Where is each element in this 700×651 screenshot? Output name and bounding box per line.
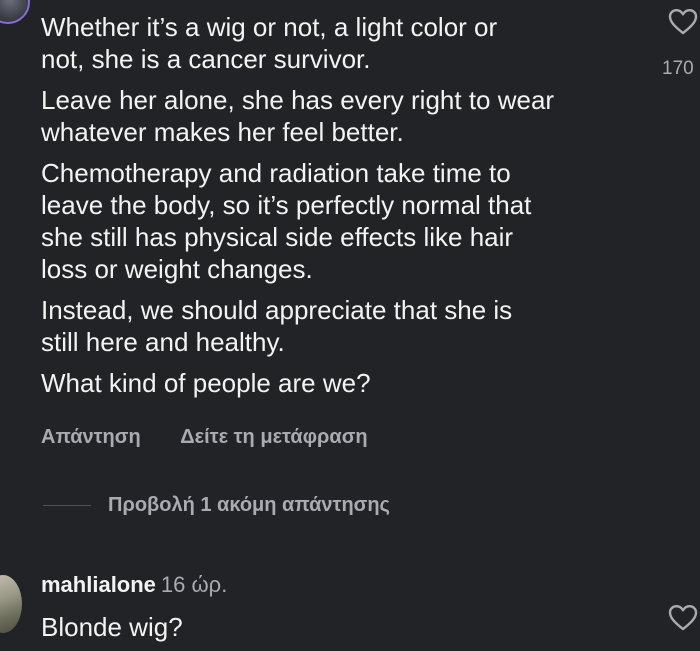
comment-actions: Απάντηση Δείτε τη μετάφραση [41,426,368,449]
reply-text: Blonde wig? [41,612,183,642]
view-more-replies[interactable]: Προβολή 1 ακόμη απάντησης [43,490,390,520]
like-button[interactable] [668,8,698,36]
comment-paragraph: Whether it’s a wig or not, a light color… [41,12,498,74]
comment-paragraph: What kind of people are we? [41,368,371,398]
heart-outline-icon [668,605,698,631]
replies-divider-line [43,504,91,506]
reply-avatar[interactable] [0,575,22,633]
reply-header: mahlialone 16 ώρ. [41,572,227,598]
comment-paragraph: Leave her alone, she has every right to … [41,85,555,147]
reply-timestamp: 16 ώρ. [160,572,228,597]
see-translation-button[interactable]: Δείτε τη μετάφραση [180,426,367,448]
comment-body: Whether it’s a wig or not, a light color… [41,11,641,408]
like-count: 170 [662,58,694,79]
view-more-replies-label: Προβολή 1 ακόμη απάντησης [108,493,390,516]
heart-outline-icon [668,9,698,35]
reply-button[interactable]: Απάντηση [41,426,141,448]
comment-paragraph: Chemotherapy and radiation take time to … [41,158,532,284]
comment-paragraph: Instead, we should appreciate that she i… [41,295,513,357]
reply-username[interactable]: mahlialone [41,572,156,597]
reply-like-button[interactable] [668,604,698,632]
commenter-avatar[interactable] [0,0,30,24]
